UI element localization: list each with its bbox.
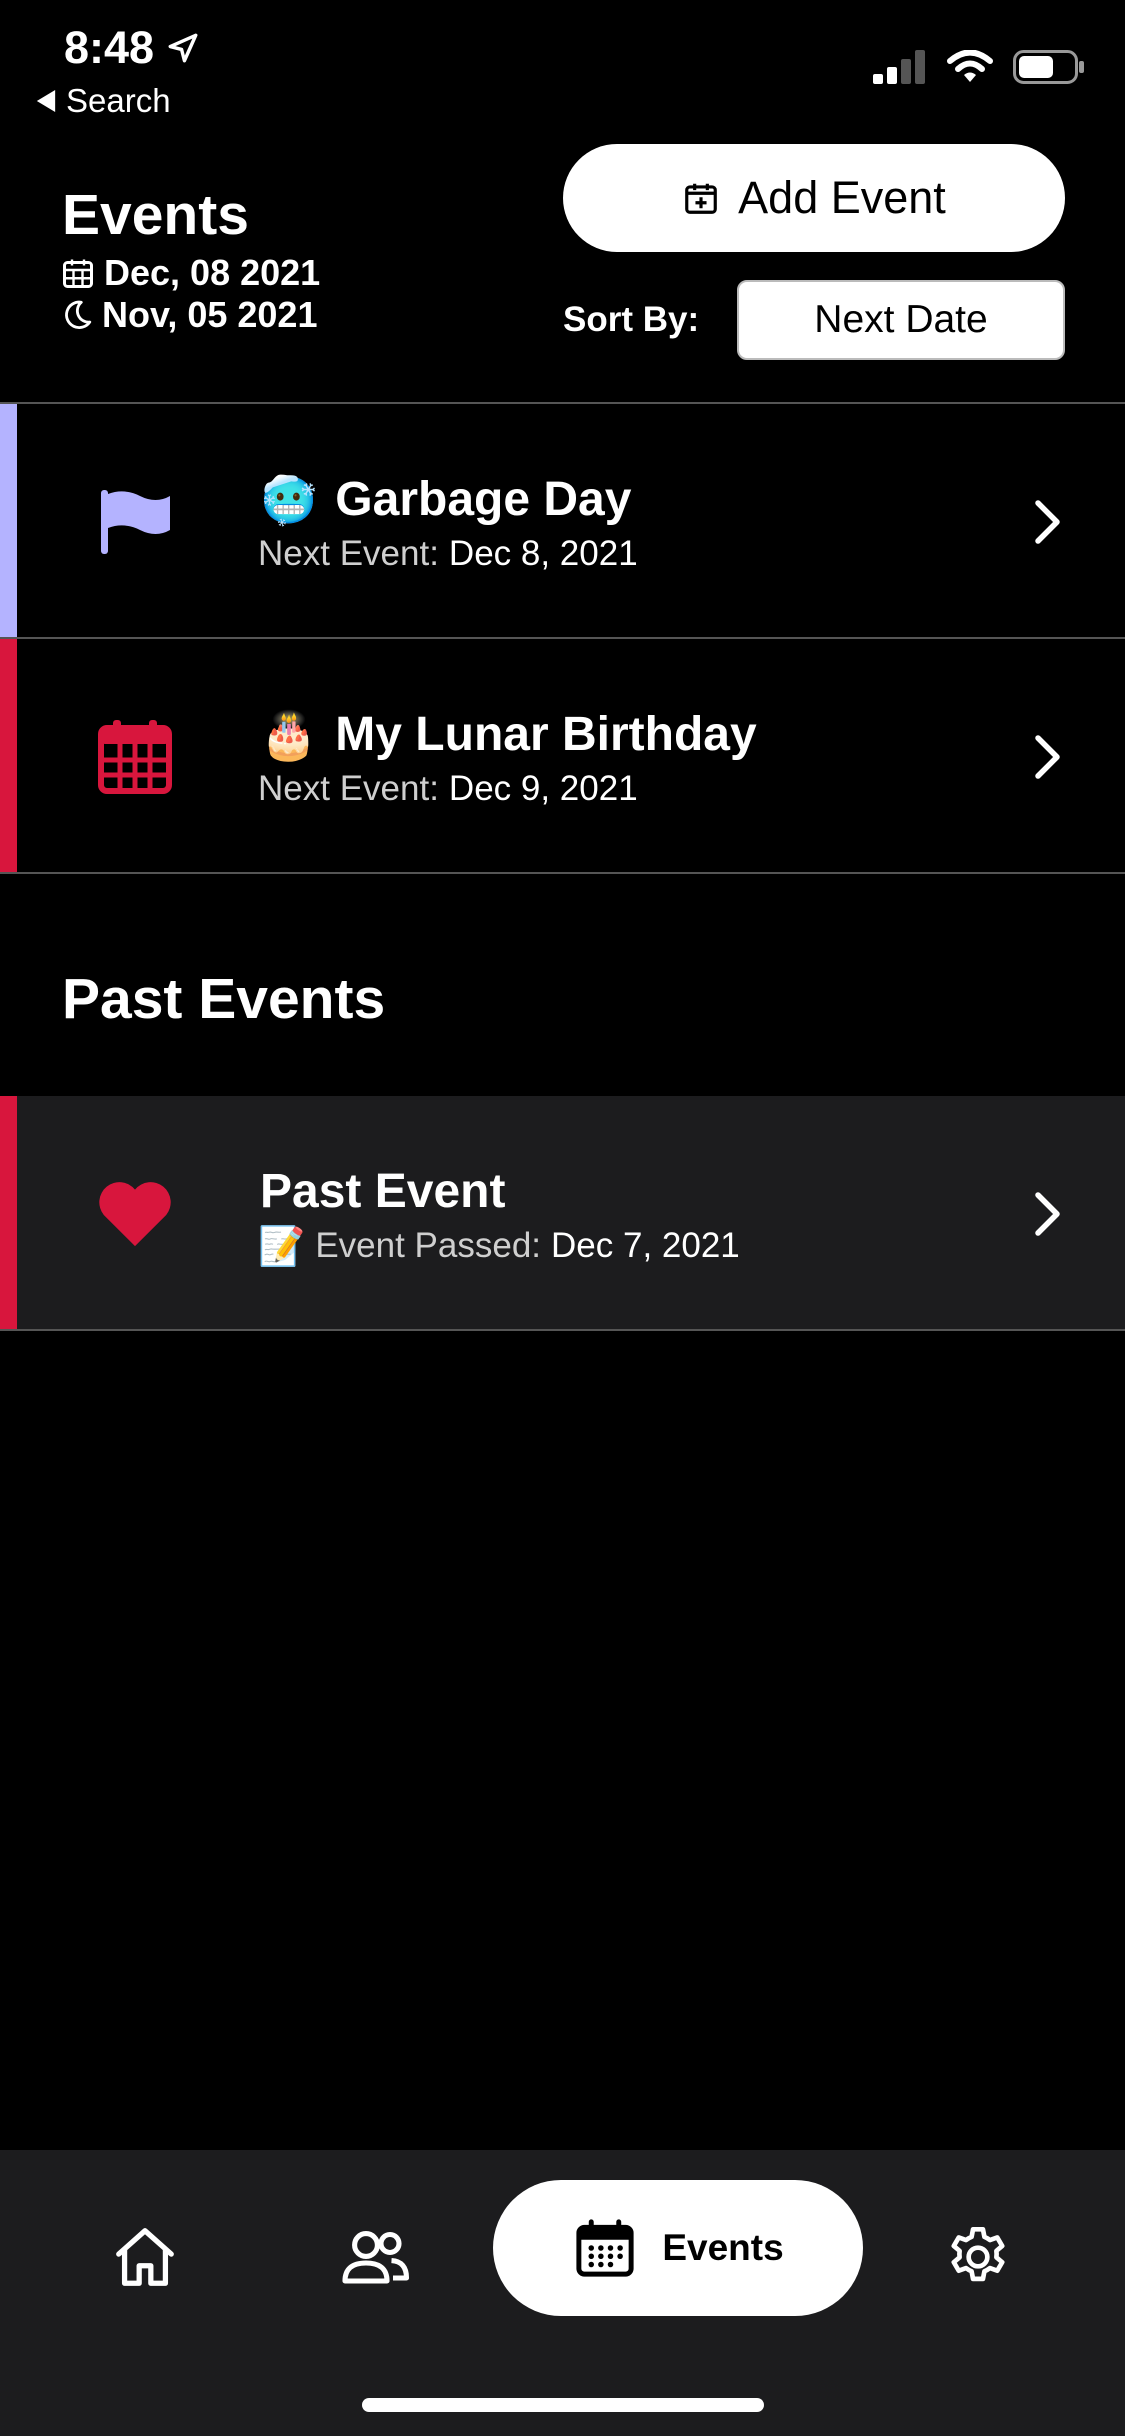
tab-bar: Events: [0, 2150, 1125, 2436]
gear-icon: [951, 2226, 1005, 2282]
chevron-right-icon: [1035, 500, 1060, 544]
back-triangle-icon: [36, 90, 56, 112]
gregorian-date: Dec, 08 2021: [60, 252, 320, 294]
event-name: 🥶 Garbage Day: [260, 472, 632, 527]
signal-icon: [873, 50, 925, 84]
calendar-plus-icon: [685, 183, 718, 214]
event-accent-bar: [0, 639, 17, 873]
divider: [0, 872, 1125, 874]
moon-icon: [65, 300, 92, 329]
status-indicators: [873, 50, 1085, 84]
status-time: 8:48: [64, 22, 200, 74]
divider: [0, 1329, 1125, 1331]
tab-settings[interactable]: [933, 2212, 1023, 2302]
event-accent-bar: [0, 404, 17, 638]
add-event-button[interactable]: Add Event: [563, 144, 1065, 252]
calendar-icon: [96, 717, 174, 795]
heart-icon: [96, 1174, 174, 1252]
flag-icon: [96, 482, 174, 560]
page-title: Events: [62, 183, 249, 247]
calendar-icon: [63, 259, 93, 288]
tab-events[interactable]: Events: [493, 2180, 863, 2316]
home-icon: [116, 2228, 174, 2286]
chevron-right-icon: [1035, 1192, 1060, 1236]
event-passed-date: 📝 Event Passed: Dec 7, 2021: [258, 1224, 740, 1268]
chevron-right-icon: [1035, 735, 1060, 779]
past-events-title: Past Events: [62, 967, 386, 1031]
battery-icon: [1013, 50, 1084, 84]
event-row-garbage-day[interactable]: 🥶 Garbage Day Next Event: Dec 8, 2021: [0, 404, 1125, 638]
people-icon: [342, 2231, 410, 2284]
wifi-icon: [947, 50, 993, 82]
home-indicator: [362, 2398, 764, 2412]
event-next-date: Next Event: Dec 8, 2021: [258, 534, 638, 573]
event-row-past-event[interactable]: Past Event 📝 Event Passed: Dec 7, 2021: [0, 1096, 1125, 1330]
event-name: 🎂 My Lunar Birthday: [260, 707, 757, 762]
event-row-lunar-birthday[interactable]: 🎂 My Lunar Birthday Next Event: Dec 9, 2…: [0, 639, 1125, 873]
sort-label: Sort By:: [563, 300, 700, 339]
location-arrow-icon: [168, 33, 198, 63]
events-screen: 8:48 Search Events Dec, 08 2021 Nov, 05 …: [0, 0, 1125, 2436]
lunar-date: Nov, 05 2021: [60, 294, 317, 336]
tab-home[interactable]: [100, 2212, 190, 2302]
event-next-date: Next Event: Dec 9, 2021: [258, 769, 638, 808]
back-to-search[interactable]: Search: [36, 82, 171, 120]
tab-people[interactable]: [330, 2212, 420, 2302]
event-name: Past Event: [260, 1165, 506, 1218]
sort-select[interactable]: Next Date: [737, 280, 1065, 360]
calendar-icon: [576, 2219, 634, 2277]
event-accent-bar: [0, 1096, 17, 1330]
